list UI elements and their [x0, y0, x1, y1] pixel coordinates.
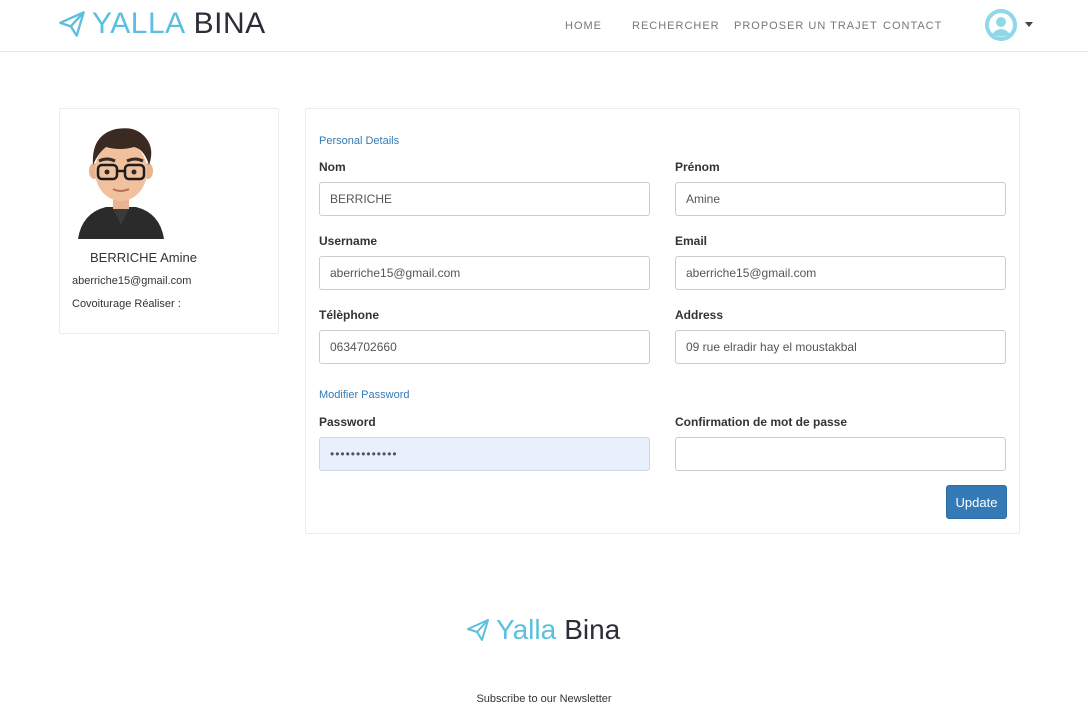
- password-label: Password: [319, 415, 376, 429]
- username-input[interactable]: [319, 256, 650, 290]
- profile-covoiturage-count: Covoiturage Réaliser :: [72, 298, 181, 310]
- navbar: YALLA BINA HOME RECHERCHER PROPOSER UN T…: [0, 0, 1088, 52]
- prenom-label: Prénom: [675, 160, 720, 174]
- nav-links: HOME RECHERCHER PROPOSER UN TRAJET CONTA…: [0, 20, 1088, 36]
- email-input[interactable]: [675, 256, 1006, 290]
- footer-brand-logo: Yalla Bina: [466, 612, 620, 648]
- paper-plane-icon: [467, 619, 489, 641]
- nav-contact-link[interactable]: CONTACT: [883, 20, 942, 32]
- email-label: Email: [675, 234, 708, 248]
- footer-brand-text-bina: Bina: [564, 614, 621, 645]
- nom-label: Nom: [319, 160, 346, 174]
- profile-avatar-image: [78, 128, 164, 239]
- profile-name: BERRICHE Amine: [90, 250, 197, 265]
- chevron-down-icon[interactable]: [1025, 22, 1033, 27]
- telephone-label: Télèphone: [319, 308, 380, 322]
- user-avatar-button[interactable]: [985, 9, 1017, 41]
- profile-form-card: Personal Details Nom Prénom Username Ema…: [305, 108, 1020, 534]
- user-avatar-icon: [985, 9, 1017, 41]
- confirm-password-input[interactable]: [675, 437, 1006, 471]
- username-label: Username: [319, 234, 378, 248]
- update-button[interactable]: Update: [946, 485, 1007, 519]
- nav-search-link[interactable]: RECHERCHER: [632, 20, 720, 32]
- newsletter-heading: Subscribe to our Newsletter: [476, 693, 612, 705]
- telephone-input[interactable]: [319, 330, 650, 364]
- prenom-input[interactable]: [675, 182, 1006, 216]
- address-label: Address: [675, 308, 724, 322]
- confirm-password-label: Confirmation de mot de passe: [675, 415, 848, 429]
- password-input[interactable]: [319, 437, 650, 471]
- modify-password-title: Modifier Password: [319, 389, 410, 401]
- nom-input[interactable]: [319, 182, 650, 216]
- profile-email: aberriche15@gmail.com: [72, 275, 192, 287]
- personal-details-title: Personal Details: [319, 135, 400, 147]
- nav-propose-link[interactable]: PROPOSER UN TRAJET: [734, 20, 878, 32]
- footer-brand-text-yalla: Yalla: [496, 614, 557, 645]
- address-input[interactable]: [675, 330, 1006, 364]
- profile-card: BERRICHE Amine aberriche15@gmail.com Cov…: [59, 108, 279, 334]
- nav-home-link[interactable]: HOME: [565, 20, 602, 32]
